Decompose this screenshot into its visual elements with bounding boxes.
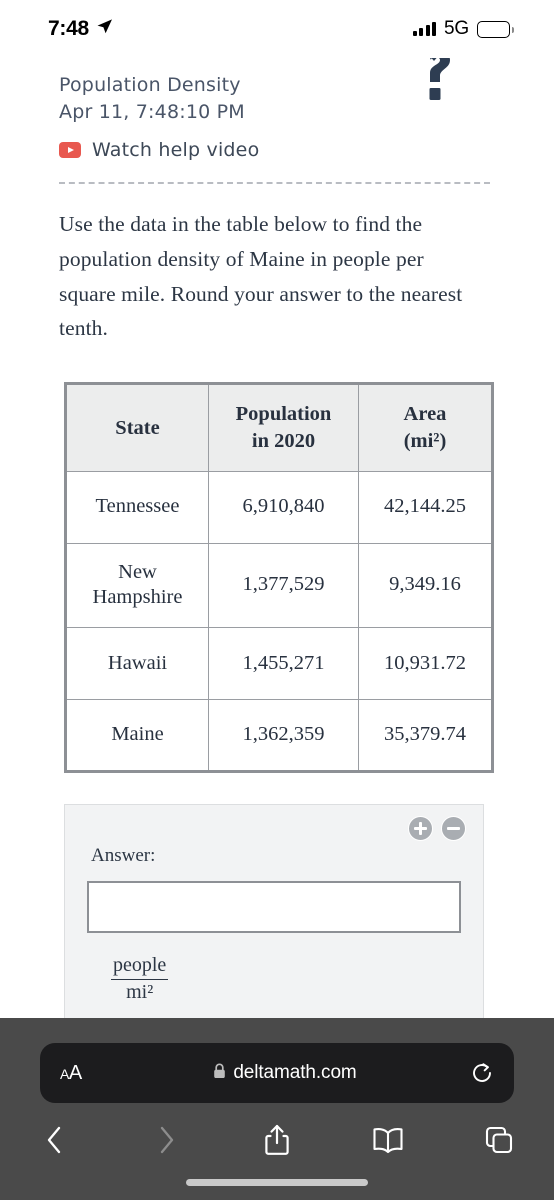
back-button[interactable]: [0, 1110, 111, 1170]
column-header-area-line1: Area: [403, 403, 447, 426]
tabs-button[interactable]: [443, 1110, 554, 1170]
cell-population: 1,377,529: [208, 542, 359, 629]
home-indicator: [186, 1179, 368, 1186]
cell-population: 6,910,840: [208, 470, 359, 544]
answer-panel: Answer: people mi²: [64, 804, 484, 1018]
column-header-state-line1: State: [115, 416, 160, 439]
cell-area: 9,349.16: [358, 542, 493, 629]
status-bar-left: 7:48: [48, 17, 113, 41]
cell-state-line1: New: [118, 560, 157, 583]
column-header-population: Population in 2020: [208, 383, 359, 472]
lock-icon: [213, 1063, 226, 1084]
data-table-wrapper: State Population in 2020 Area (mi²) Tenn…: [26, 346, 508, 774]
plus-circle-icon[interactable]: [408, 816, 433, 842]
minus-circle-icon[interactable]: [441, 816, 466, 842]
cell-state: Maine: [65, 699, 209, 773]
answer-unit-numerator: people: [111, 955, 169, 981]
text-size-icon[interactable]: AA: [60, 1062, 116, 1085]
table-row: New Hampshire 1,377,529 9,349.16: [65, 542, 493, 629]
phone-screen: 7:48 5G Population Density Apr 11, 7:48:…: [0, 0, 554, 1200]
page-content: Population Density Apr 11, 7:48:10 PM Wa…: [26, 58, 508, 1018]
text-size-large-a: A: [68, 1061, 82, 1084]
answer-unit-denominator: mi²: [126, 981, 154, 1004]
cell-population: 1,362,359: [208, 699, 359, 773]
network-type-label: 5G: [444, 18, 469, 39]
cell-population: 1,455,271: [208, 627, 359, 701]
watch-help-video-link[interactable]: Watch help video: [26, 126, 508, 161]
forward-button[interactable]: [111, 1110, 222, 1170]
assignment-header: Population Density Apr 11, 7:48:10 PM: [26, 58, 508, 126]
table-row: Maine 1,362,359 35,379.74: [65, 699, 493, 773]
answer-label: Answer:: [91, 845, 156, 867]
url-display[interactable]: deltamath.com: [116, 1062, 454, 1084]
cell-state: Tennessee: [65, 470, 209, 544]
population-data-table: State Population in 2020 Area (mi²) Tenn…: [64, 382, 494, 774]
column-header-area: Area (mi²): [358, 383, 493, 472]
youtube-play-icon: [59, 141, 81, 158]
cell-state-line2: Hampshire: [92, 586, 183, 609]
share-button[interactable]: [222, 1110, 333, 1170]
webview[interactable]: Population Density Apr 11, 7:48:10 PM Wa…: [0, 58, 554, 1018]
table-row: Tennessee 6,910,840 42,144.25: [65, 470, 493, 544]
watch-help-video-label: Watch help video: [92, 138, 260, 161]
status-bar-time: 7:48: [48, 17, 89, 40]
safari-bottom-bar: AA deltamath.com: [0, 1018, 554, 1200]
reload-icon[interactable]: [454, 1061, 494, 1085]
cell-state-text: Maine: [111, 723, 164, 746]
cell-state-text: Tennessee: [95, 495, 180, 518]
status-bar-right: 5G: [412, 18, 514, 40]
column-header-population-line1: Population: [235, 403, 332, 426]
column-header-state: State: [65, 383, 209, 472]
bookmarks-button[interactable]: [332, 1110, 443, 1170]
cell-state: New Hampshire: [65, 542, 209, 629]
cellular-signal-icon: [412, 22, 437, 36]
battery-icon: [477, 20, 514, 38]
table-header-row: State Population in 2020 Area (mi²): [65, 383, 493, 472]
answer-input[interactable]: [87, 881, 461, 934]
zoom-controls: [408, 816, 466, 842]
table-row: Hawaii 1,455,271 10,931.72: [65, 627, 493, 701]
question-mark-icon[interactable]: [416, 58, 462, 114]
cell-area: 35,379.74: [358, 699, 493, 773]
status-bar: 7:48 5G: [0, 0, 554, 58]
location-arrow-icon: [96, 18, 113, 40]
column-header-population-line2: in 2020: [251, 429, 316, 452]
cell-area: 42,144.25: [358, 470, 493, 544]
question-prompt: Use the data in the table below to find …: [59, 211, 463, 341]
cell-area: 10,931.72: [358, 627, 493, 701]
url-bar[interactable]: AA deltamath.com: [40, 1043, 514, 1103]
url-text: deltamath.com: [233, 1062, 357, 1083]
safari-toolbar: [0, 1110, 554, 1170]
column-header-area-line2: (mi²): [403, 429, 447, 452]
cell-state-text: Hawaii: [107, 651, 168, 674]
answer-units: people mi²: [87, 955, 169, 1004]
text-size-small-a: A: [60, 1065, 69, 1082]
cell-state: Hawaii: [65, 627, 209, 701]
